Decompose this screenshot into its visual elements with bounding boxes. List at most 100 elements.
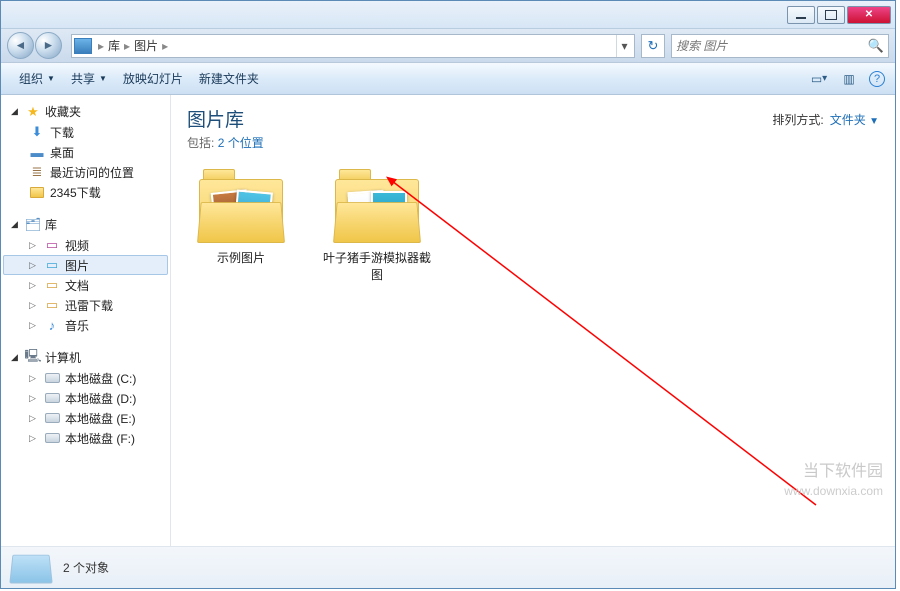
watermark-url: www.downxia.com	[784, 483, 883, 500]
toolbar: 组织 ▼ 共享▼ 放映幻灯片 新建文件夹 ▭ ▾ ▥ ?	[1, 63, 895, 95]
library-icon: 🗂	[25, 217, 41, 233]
download-icon: ⬇	[29, 124, 45, 140]
chevron-down-icon: ▼	[47, 74, 55, 83]
sort-control[interactable]: 排列方式: 文件夹 ▼	[772, 111, 879, 128]
tree-item-label: 图片	[65, 257, 89, 274]
search-input[interactable]	[676, 39, 868, 53]
folder-icon	[329, 165, 425, 243]
slideshow-button[interactable]: 放映幻灯片	[115, 66, 191, 91]
chevron-down-icon: ▼	[869, 116, 879, 127]
organize-menu[interactable]: 组织 ▼	[11, 66, 63, 91]
computer-label: 计算机	[45, 349, 81, 366]
sidebar-item-xunlei[interactable]: ▷▭迅雷下载	[3, 295, 168, 315]
tree-item-label: 桌面	[50, 144, 74, 161]
libraries-group: ◢🗂库 ▷▭视频 ▷▭图片 ▷▭文档 ▷▭迅雷下载 ▷♪音乐	[3, 214, 168, 335]
drive-icon	[44, 370, 60, 386]
share-menu[interactable]: 共享▼	[63, 66, 115, 91]
includes-label: 包括:	[187, 136, 214, 150]
search-box[interactable]: 🔍	[671, 34, 889, 58]
folder-icon: ▭	[44, 297, 60, 313]
help-button[interactable]: ?	[869, 71, 885, 87]
computer-group: ◢🖳计算机 ▷本地磁盘 (C:) ▷本地磁盘 (D:) ▷本地磁盘 (E:) ▷…	[3, 347, 168, 448]
libraries-node[interactable]: ◢ 🗂库	[3, 214, 168, 235]
tree-item-label: 本地磁盘 (C:)	[65, 370, 136, 387]
breadcrumb-seg-0[interactable]: 库	[108, 37, 120, 54]
sidebar-item-2345[interactable]: 2345下载	[3, 182, 168, 202]
collapse-icon: ◢	[11, 219, 21, 230]
sidebar-item-drive-c[interactable]: ▷本地磁盘 (C:)	[3, 368, 168, 388]
video-icon: ▭	[44, 237, 60, 253]
forward-button[interactable]: ►	[35, 32, 62, 59]
folder-icon	[29, 184, 45, 200]
desktop-icon: ▬	[29, 144, 45, 160]
location-icon	[74, 38, 92, 54]
breadcrumb-dropdown-icon[interactable]: ▾	[616, 35, 632, 57]
folder-item-screenshots[interactable]: 叶子猪手游模拟器截图	[323, 165, 431, 283]
libraries-label: 库	[45, 216, 57, 233]
breadcrumb[interactable]: ▸ 库 ▸ 图片 ▸ ▾	[71, 34, 635, 58]
star-icon: ★	[25, 104, 41, 120]
breadcrumb-sep: ▸	[162, 39, 168, 53]
library-includes: 包括: 2 个位置	[187, 134, 264, 151]
folder-label: 叶子猪手游模拟器截图	[323, 249, 431, 283]
folder-item-sample-pictures[interactable]: 示例图片	[187, 165, 295, 283]
view-options-button[interactable]: ▭ ▾	[809, 70, 829, 88]
sort-value[interactable]: 文件夹 ▼	[830, 111, 879, 128]
sidebar-item-pictures[interactable]: ▷▭图片	[3, 255, 168, 275]
navigation-pane: ◢★收藏夹 ⬇下载 ▬桌面 ≣最近访问的位置 2345下载 ◢🗂库 ▷▭视频 ▷…	[1, 95, 171, 546]
share-label: 共享	[71, 70, 95, 87]
expand-icon: ▷	[29, 280, 39, 291]
close-button[interactable]	[847, 6, 891, 24]
newfolder-button[interactable]: 新建文件夹	[191, 66, 267, 91]
tree-item-label: 音乐	[65, 317, 89, 334]
sidebar-item-downloads[interactable]: ⬇ 下载	[3, 122, 168, 142]
tree-item-label: 迅雷下载	[65, 297, 113, 314]
favorites-node[interactable]: ◢★收藏夹	[3, 101, 168, 122]
expand-icon: ▷	[29, 240, 39, 251]
content-pane: 图片库 包括: 2 个位置 排列方式: 文件夹 ▼	[171, 95, 895, 546]
back-button[interactable]: ◄	[7, 32, 34, 59]
collapse-icon: ◢	[11, 352, 21, 363]
refresh-icon: ↻	[648, 38, 659, 54]
tree-item-label: 2345下载	[50, 184, 101, 201]
drive-icon	[44, 410, 60, 426]
refresh-button[interactable]: ↻	[641, 34, 665, 58]
sidebar-item-music[interactable]: ▷♪音乐	[3, 315, 168, 335]
breadcrumb-seg-1[interactable]: 图片	[134, 37, 158, 54]
sidebar-item-drive-d[interactable]: ▷ 本地磁盘 (D:)	[3, 388, 168, 408]
status-bar: 2 个对象	[1, 546, 895, 588]
expand-icon: ▷	[29, 320, 39, 331]
minimize-button[interactable]	[787, 6, 815, 24]
computer-node[interactable]: ◢ 🖳计算机	[3, 347, 168, 368]
favorites-group: ◢★收藏夹 ⬇ 下载 ▬ 桌面 ≣最近访问的位置 2345下载	[3, 101, 168, 202]
search-icon[interactable]: 🔍	[868, 38, 884, 54]
status-thumbnail-icon	[9, 554, 52, 583]
sidebar-item-desktop[interactable]: ▬ 桌面	[3, 142, 168, 162]
address-bar: ◄ ► ▸ 库 ▸ 图片 ▸ ▾ ↻ 🔍	[1, 29, 895, 63]
sidebar-item-recent[interactable]: ≣最近访问的位置	[3, 162, 168, 182]
expand-icon: ▷	[29, 433, 39, 444]
breadcrumb-sep: ▸	[124, 39, 130, 53]
sidebar-item-videos[interactable]: ▷▭视频	[3, 235, 168, 255]
drive-icon	[44, 430, 60, 446]
includes-link[interactable]: 2 个位置	[218, 136, 264, 150]
items-view: 示例图片 叶子猪手游模拟器截图	[187, 165, 879, 283]
sidebar-item-drive-f[interactable]: ▷ 本地磁盘 (F:)	[3, 428, 168, 448]
expand-icon: ▷	[29, 393, 39, 404]
maximize-button[interactable]	[817, 6, 845, 24]
sort-label: 排列方式:	[772, 111, 823, 128]
sidebar-item-documents[interactable]: ▷▭文档	[3, 275, 168, 295]
organize-label: 组织	[19, 70, 43, 87]
folder-icon	[193, 165, 289, 243]
sidebar-item-drive-e[interactable]: ▷本地磁盘 (E:)	[3, 408, 168, 428]
recent-icon: ≣	[29, 164, 45, 180]
folder-label: 示例图片	[187, 249, 295, 266]
tree-item-label: 本地磁盘 (F:)	[65, 430, 135, 447]
tree-item-label: 本地磁盘 (D:)	[65, 390, 136, 407]
preview-pane-button[interactable]: ▥	[839, 70, 859, 88]
explorer-window: ◄ ► ▸ 库 ▸ 图片 ▸ ▾ ↻ 🔍 组织▼ 共享▼ 放映幻灯片 新建文件夹…	[0, 0, 896, 589]
nav-buttons: ◄ ►	[7, 32, 65, 60]
computer-icon: 🖳	[25, 350, 41, 366]
tree-item-label: 下载	[50, 124, 74, 141]
library-title: 图片库	[187, 105, 264, 132]
